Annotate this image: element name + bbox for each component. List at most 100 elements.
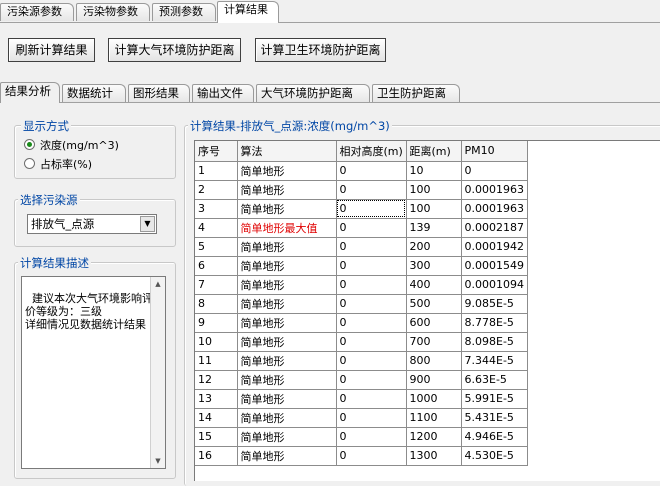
cell-pm10[interactable]: 0.0001963 (461, 180, 528, 200)
cell-pm10[interactable]: 7.344E-5 (461, 351, 528, 371)
cell-distance[interactable]: 1300 (406, 446, 462, 466)
tab-pollutant-params[interactable]: 污染物参数 (76, 3, 150, 21)
cell-index[interactable]: 10 (195, 332, 238, 352)
tab-sanitary-distance[interactable]: 卫生防护距离 (372, 84, 460, 102)
table-row[interactable]: 2 简单地形 0 100 0.0001963 (195, 180, 528, 200)
column-header-pm10[interactable]: PM10 (461, 141, 528, 162)
tab-source-params[interactable]: 污染源参数 (0, 3, 74, 21)
cell-distance[interactable]: 200 (406, 237, 462, 257)
table-row[interactable]: 8 简单地形 0 500 9.085E-5 (195, 294, 528, 314)
cell-index[interactable]: 9 (195, 313, 238, 333)
cell-distance[interactable]: 1100 (406, 408, 462, 428)
cell-height[interactable]: 0 (336, 218, 407, 238)
cell-pm10[interactable]: 8.098E-5 (461, 332, 528, 352)
cell-method[interactable]: 简单地形最大值 (237, 218, 337, 238)
table-row[interactable]: 16 简单地形 0 1300 4.530E-5 (195, 446, 528, 466)
cell-distance[interactable]: 139 (406, 218, 462, 238)
table-row[interactable]: 15 简单地形 0 1200 4.946E-5 (195, 427, 528, 447)
cell-index[interactable]: 3 (195, 199, 238, 219)
column-header-distance[interactable]: 距离(m) (406, 141, 462, 162)
cell-method[interactable]: 简单地形 (237, 313, 337, 333)
cell-distance[interactable]: 1000 (406, 389, 462, 409)
tab-data-stats[interactable]: 数据统计 (62, 84, 126, 102)
table-row[interactable]: 14 简单地形 0 1100 5.431E-5 (195, 408, 528, 428)
description-textarea[interactable]: 建议本次大气环境影响评价等级为：三级 详细情况见数据统计结果 ▲ ▼ (21, 276, 166, 469)
cell-method[interactable]: 简单地形 (237, 389, 337, 409)
cell-height[interactable]: 0 (336, 161, 407, 181)
cell-index[interactable]: 4 (195, 218, 238, 238)
cell-distance[interactable]: 500 (406, 294, 462, 314)
column-header-height[interactable]: 相对高度(m) (336, 141, 407, 162)
cell-pm10[interactable]: 5.431E-5 (461, 408, 528, 428)
table-row[interactable]: 6 简单地形 0 300 0.0001549 (195, 256, 528, 276)
cell-index[interactable]: 13 (195, 389, 238, 409)
table-row[interactable]: 13 简单地形 0 1000 5.991E-5 (195, 389, 528, 409)
table-row[interactable]: 9 简单地形 0 600 8.778E-5 (195, 313, 528, 333)
radio-ratio[interactable] (24, 158, 35, 169)
table-row[interactable]: 5 简单地形 0 200 0.0001942 (195, 237, 528, 257)
cell-method[interactable]: 简单地形 (237, 408, 337, 428)
cell-method[interactable]: 简单地形 (237, 161, 337, 181)
cell-method[interactable]: 简单地形 (237, 427, 337, 447)
table-row[interactable]: 12 简单地形 0 900 6.63E-5 (195, 370, 528, 390)
tab-prediction-params[interactable]: 预测参数 (152, 3, 216, 21)
tab-result-analysis[interactable]: 结果分析 (0, 82, 60, 103)
cell-method[interactable]: 简单地形 (237, 237, 337, 257)
cell-index[interactable]: 1 (195, 161, 238, 181)
cell-method[interactable]: 简单地形 (237, 275, 337, 295)
cell-height[interactable]: 0 (336, 370, 407, 390)
cell-pm10[interactable]: 6.63E-5 (461, 370, 528, 390)
description-scrollbar[interactable]: ▲ ▼ (150, 277, 165, 468)
chevron-down-icon[interactable]: ▼ (140, 216, 155, 232)
cell-distance[interactable]: 1200 (406, 427, 462, 447)
column-header-index[interactable]: 序号 (195, 141, 238, 162)
cell-index[interactable]: 2 (195, 180, 238, 200)
cell-index[interactable]: 8 (195, 294, 238, 314)
cell-index[interactable]: 6 (195, 256, 238, 276)
tab-graph-results[interactable]: 图形结果 (128, 84, 190, 102)
cell-height[interactable]: 0 (336, 427, 407, 447)
results-grid[interactable]: 序号 算法 相对高度(m) 距离(m) PM10 1 简单地形 0 10 0 2 简单地形 0… (194, 140, 660, 481)
cell-method[interactable]: 简单地形 (237, 332, 337, 352)
cell-pm10[interactable]: 8.778E-5 (461, 313, 528, 333)
cell-pm10[interactable]: 0 (461, 161, 528, 181)
cell-distance[interactable]: 600 (406, 313, 462, 333)
cell-index[interactable]: 16 (195, 446, 238, 466)
cell-distance[interactable]: 100 (406, 199, 462, 219)
cell-pm10[interactable]: 0.0001094 (461, 275, 528, 295)
cell-method[interactable]: 简单地形 (237, 370, 337, 390)
cell-distance[interactable]: 100 (406, 180, 462, 200)
cell-height[interactable]: 0 (336, 332, 407, 352)
tab-output-files[interactable]: 输出文件 (192, 84, 254, 102)
table-row[interactable]: 10 简单地形 0 700 8.098E-5 (195, 332, 528, 352)
cell-index[interactable]: 7 (195, 275, 238, 295)
cell-pm10[interactable]: 0.0002187 (461, 218, 528, 238)
cell-height[interactable]: 0 (336, 180, 407, 200)
cell-height[interactable]: 0 (336, 313, 407, 333)
cell-index[interactable]: 5 (195, 237, 238, 257)
cell-height[interactable]: 0 (336, 256, 407, 276)
table-row[interactable]: 7 简单地形 0 400 0.0001094 (195, 275, 528, 295)
cell-height[interactable]: 0 (336, 237, 407, 257)
refresh-results-button[interactable]: 刷新计算结果 (8, 38, 95, 62)
cell-method[interactable]: 简单地形 (237, 294, 337, 314)
cell-height[interactable]: 0 (336, 446, 407, 466)
scroll-up-icon[interactable]: ▲ (151, 277, 165, 291)
cell-height[interactable]: 0 (336, 199, 407, 219)
cell-pm10[interactable]: 0.0001549 (461, 256, 528, 276)
cell-height[interactable]: 0 (336, 294, 407, 314)
cell-method[interactable]: 简单地形 (237, 180, 337, 200)
table-row[interactable]: 11 简单地形 0 800 7.344E-5 (195, 351, 528, 371)
cell-height[interactable]: 0 (336, 351, 407, 371)
cell-distance[interactable]: 700 (406, 332, 462, 352)
cell-distance[interactable]: 900 (406, 370, 462, 390)
source-select[interactable]: 排放气_点源 ▼ (27, 214, 157, 234)
cell-distance[interactable]: 800 (406, 351, 462, 371)
tab-atmos-distance[interactable]: 大气环境防护距离 (256, 84, 370, 102)
column-header-method[interactable]: 算法 (237, 141, 337, 162)
cell-method[interactable]: 简单地形 (237, 199, 337, 219)
cell-index[interactable]: 15 (195, 427, 238, 447)
cell-index[interactable]: 14 (195, 408, 238, 428)
cell-pm10[interactable]: 9.085E-5 (461, 294, 528, 314)
cell-height[interactable]: 0 (336, 389, 407, 409)
